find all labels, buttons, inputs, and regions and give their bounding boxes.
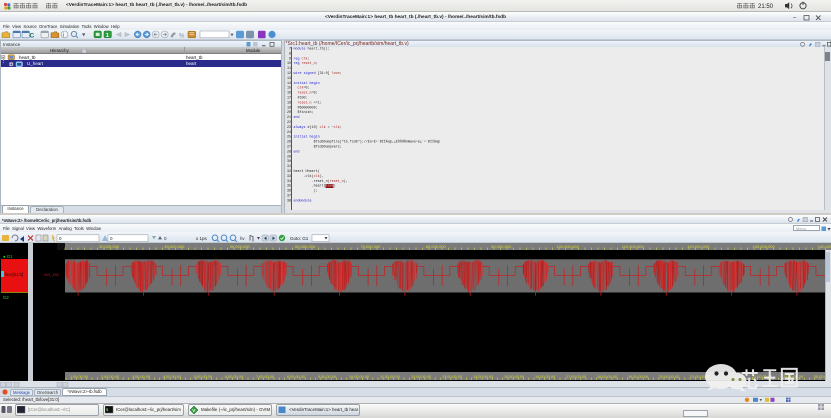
svg-text:2,00,00,00: 2,00,00,00 (101, 375, 119, 379)
svg-text:12,00,00,00: 12,00,00,00 (411, 375, 431, 379)
svg-text:130,000,000: 130,000,000 (753, 244, 776, 249)
svg-text:14,00,00,00: 14,00,00,00 (473, 375, 493, 379)
svg-text:140,000,000: 140,000,000 (818, 244, 831, 249)
svg-text:16,00,00,00: 16,00,00,00 (535, 375, 555, 379)
svg-text:100,000,000: 100,000,000 (556, 244, 579, 249)
svg-text:17,00,00,00: 17,00,00,00 (566, 375, 586, 379)
svg-text:V: V (192, 408, 195, 413)
svg-text:110,000,000: 110,000,000 (622, 244, 645, 249)
svg-text:1,00,00,00: 1,00,00,00 (70, 375, 88, 379)
svg-text:50,000,000: 50,000,000 (230, 244, 251, 249)
svg-text:3,00,00,00: 3,00,00,00 (132, 375, 150, 379)
svg-text:13,00,00,00: 13,00,00,00 (442, 375, 462, 379)
svg-text:4,00,00,00: 4,00,00,00 (163, 375, 181, 379)
svg-text:5,00,00,00: 5,00,00,00 (194, 375, 212, 379)
svg-text:30,000,000: 30,000,000 (99, 244, 120, 249)
svg-text:15,00,00,00: 15,00,00,00 (504, 375, 524, 379)
svg-text:6,00,00,00: 6,00,00,00 (225, 375, 243, 379)
svg-text:120,000,000: 120,000,000 (687, 244, 710, 249)
